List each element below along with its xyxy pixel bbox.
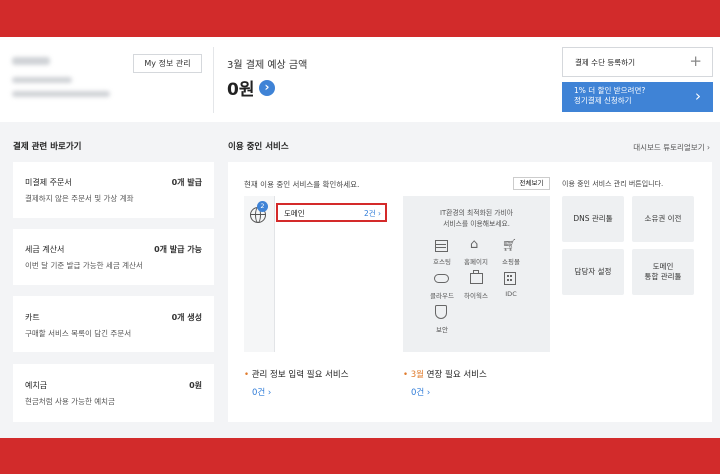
my-services-box: 2 도메인 2건 › [244,196,392,352]
homepage-icon[interactable]: ⌂ [470,238,478,252]
view-all-button[interactable]: 전체보기 [513,177,550,190]
info-needed-label: 관리 정보 입력 필요 서비스 [251,370,349,380]
card-desc: 결제하지 않은 주문서 및 가상 계좌 [25,194,134,203]
renewal-count[interactable]: 0건 › [411,386,430,398]
plus-icon: + [689,52,702,70]
homepage-label[interactable]: 홈페이지 [458,256,494,266]
promo-text-line2: 서비스를 이용해보세요. [443,220,510,228]
cart-icon[interactable]: 🛒︎ [502,238,517,252]
card-title: 세금 계산서 [25,245,65,254]
auto-payment-promo-button[interactable]: 1% 더 할인 받으려면? 정기결제 신청하기 › [562,82,713,112]
security-label[interactable]: 보안 [424,324,460,334]
current-services-label: 현재 이용 중인 서비스를 확인하세요. [244,180,360,189]
briefcase-icon[interactable] [470,270,483,284]
mgmt-label: 이용 중인 서비스 관리 버튼입니다. [562,180,664,188]
domain-label: 도메인 [284,209,305,218]
domain-service-row[interactable]: 도메인 2건 › [276,203,387,222]
bottom-banner [0,438,720,474]
card-desc: 구매할 서비스 목록이 담긴 주문서 [25,329,132,338]
tutorial-link[interactable]: 대시보드 튜토리얼보기 › [633,142,710,153]
hosting-icon[interactable] [435,240,448,252]
my-info-button[interactable]: My 정보 관리 [133,54,202,73]
service-promo-box: IT환경의 최적화된 가비아 서비스를 이용해보세요. 호스팅 ⌂ 홈페이지 🛒… [403,196,550,352]
info-needed-row: • 관리 정보 입력 필요 서비스 [244,368,349,380]
shortcuts-heading: 결제 관련 바로가기 [13,142,82,152]
renewal-month: 3월 [410,370,424,380]
summary-card: My 정보 관리 3월 결제 예상 금액 0원 › 결제 수단 등록하기 + 1… [0,37,720,122]
card-count: 0개 발급 [171,178,202,187]
renewal-label: 연장 필요 서비스 [423,370,487,380]
info-needed-count[interactable]: 0건 › [252,386,271,398]
card-title: 카트 [25,313,40,322]
domain-manager-line2: 통합 관리툴 [644,272,682,281]
billing-amount: 0원 [227,80,255,100]
card-desc: 현금처럼 사용 가능한 예치금 [25,397,115,406]
unpaid-order-card[interactable]: 미결제 주문서 0개 발급 결제하지 않은 주문서 및 가상 계좌 [13,162,214,218]
hosting-label[interactable]: 호스팅 [424,256,460,266]
shield-icon[interactable] [435,305,447,319]
tax-invoice-card[interactable]: 세금 계산서 0개 발급 가능 이번 달 기준 발급 가능한 세금 계산서 [13,229,214,285]
account-email-redacted [12,91,110,97]
idc-icon[interactable] [504,272,516,285]
cart-card[interactable]: 카트 0개 생성 구매할 서비스 목록이 담긴 주문서 [13,296,214,352]
bullet: • [403,370,409,380]
account-id-redacted [12,77,72,83]
register-payment-button[interactable]: 결제 수단 등록하기 + [562,47,713,77]
card-desc: 이번 달 기준 발급 가능한 세금 계산서 [25,261,143,270]
promo-line1: 1% 더 할인 받으려면? [574,86,646,95]
shoppingmall-label[interactable]: 쇼핑몰 [493,256,529,266]
hiworks-label[interactable]: 하이웍스 [458,290,494,300]
billing-title: 3월 결제 예상 금액 [227,60,308,71]
card-count: 0개 생성 [171,313,202,322]
card-title: 예치금 [25,381,48,390]
promo-text-line1: IT환경의 최적화된 가비아 [439,209,513,217]
service-count-badge: 2 [257,201,268,212]
idc-label[interactable]: IDC [493,290,529,298]
card-title: 미결제 주문서 [25,178,72,187]
account-name-redacted [12,57,50,65]
domain-manager-line1: 도메인 [652,261,674,271]
dns-manager-button[interactable]: DNS 관리툴 [562,196,624,242]
chevron-right-icon: › [695,87,701,105]
ownership-transfer-button[interactable]: 소유권 이전 [632,196,694,242]
top-banner [0,0,720,37]
renewal-row: • 3월 연장 필요 서비스 [403,368,487,380]
services-panel: 현재 이용 중인 서비스를 확인하세요. 전체보기 2 도메인 2건 › IT환… [228,162,712,422]
domain-count: 2건 › [363,209,381,218]
deposit-card[interactable]: 예치금 0원 현금처럼 사용 가능한 예치금 [13,364,214,422]
domain-manager-button[interactable]: 도메인 통합 관리툴 [632,249,694,295]
register-payment-label: 결제 수단 등록하기 [575,58,635,67]
billing-detail-button[interactable]: › [259,80,275,96]
card-count: 0원 [189,381,202,390]
services-heading: 이용 중인 서비스 [228,142,289,152]
cloud-label[interactable]: 클라우드 [424,290,460,300]
bullet: • [244,370,250,380]
divider [213,47,214,113]
card-count: 0개 발급 가능 [154,245,202,254]
cloud-icon[interactable] [434,274,449,283]
promo-line2: 정기결제 신청하기 [574,96,632,105]
contact-setting-button[interactable]: 담당자 설정 [562,249,624,295]
